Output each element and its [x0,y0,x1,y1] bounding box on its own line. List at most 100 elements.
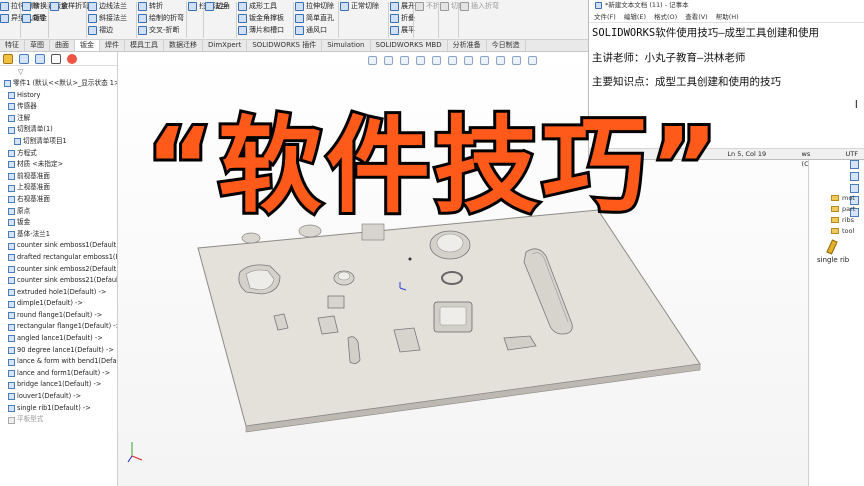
notepad-menu-item[interactable]: 查看(V) [685,11,708,22]
tree-item[interactable]: counter sink emboss2(Default) -> [0,264,117,276]
ribbon-separator [236,2,237,38]
feature-icon [8,207,15,215]
ribbon-button[interactable]: 斜接法兰 [88,12,127,24]
tree-item[interactable]: dimple1(Default) -> [0,298,117,310]
command-tab[interactable]: 特征 [0,40,25,51]
command-tab[interactable]: 模具工具 [125,40,164,51]
command-tab[interactable]: 草图 [25,40,50,51]
single-rib-label[interactable]: single rib [817,256,849,264]
ribbon-button[interactable]: 插入折弯 [460,0,499,12]
folder-icon [831,195,839,201]
feature-manager-toolbar [0,52,117,66]
ribbon-button[interactable]: 简单直孔 [295,12,334,24]
part-icon [4,80,11,88]
feature-icon [8,231,15,239]
notepad-menu-item[interactable]: 帮助(H) [716,11,739,22]
ribbon-button[interactable]: 绘制的折弯 [138,12,184,24]
display-manager-icon[interactable] [67,54,77,64]
tree-item[interactable]: History [0,90,117,102]
notepad-text-area[interactable]: SOLIDWORKS软件使用技巧—成型工具创建和使用 主讲老师：小丸子教育—洪林老… [589,23,864,100]
tool-icon [22,1,31,11]
tree-item-label: angled lance1(Default) -> [17,334,103,343]
tree-item[interactable]: 90 degree lance1(Default) -> [0,345,117,357]
tree-item[interactable]: extruded hole1(Default) -> [0,287,117,299]
ribbon-button[interactable]: 折叠 [390,12,415,24]
tree-item[interactable]: 基体-法兰1 [0,229,117,241]
command-tab[interactable]: 分析准备 [448,40,487,51]
tree-item-label: lance and form1(Default) -> [17,368,111,377]
ribbon-button[interactable]: 正常切除 [340,0,379,12]
command-tab[interactable]: Simulation [322,40,371,51]
tree-filter[interactable]: ▽ [0,66,117,78]
ribbon-button[interactable]: 展平 [390,24,415,36]
tool-icon [460,1,469,11]
command-tab[interactable]: 数据迁移 [164,40,203,51]
command-ribbon: 拉伸切除异型孔向导转换到钣金钣金放样折弯边线法兰斜接法兰褶边转折绘制的折弯交叉-… [0,0,588,40]
ribbon-button[interactable]: 边线法兰 [88,0,127,12]
library-folder-4[interactable]: tool [831,227,854,235]
notepad-menu-item[interactable]: 文件(F) [594,11,616,22]
tree-item[interactable]: lance and form1(Default) -> [0,368,117,380]
ribbon-button[interactable]: 转折 [138,0,184,12]
tree-item[interactable]: counter sink emboss21(Default) -> [0,275,117,287]
ribbon-button[interactable]: 钣金角撑板 [238,12,284,24]
notepad-title: *新建文本文档 (11) - 记事本 [605,1,689,9]
ribbon-separator [20,2,21,38]
file-explorer-tab-icon[interactable] [850,184,859,193]
tree-item[interactable]: drafted rectangular emboss1(Default) -> [0,252,117,264]
command-tab[interactable]: SOLIDWORKS 插件 [247,40,323,51]
library-folder-3[interactable]: ribs [831,216,854,224]
tree-item[interactable]: bridge lance1(Default) -> [0,379,117,391]
feature-icon [8,312,15,320]
feature-icon [8,219,15,227]
single-rib-tool-icon[interactable] [826,239,838,255]
command-manager-tabs: 特征 草图 曲面 钣金 焊件 模具工具 数据迁移 DimXpert SOLIDWORKS 插件 S… [0,40,588,52]
library-folder-1[interactable]: mot [831,194,855,202]
tree-item[interactable]: 平板型式 [0,414,117,426]
command-tab[interactable]: SOLIDWORKS MBD [371,40,448,51]
notepad-icon [595,2,602,9]
tree-item-label: 传感器 [17,102,37,111]
tree-item-label: 右视基准面 [17,194,50,203]
notepad-menu-item[interactable]: 格式(O) [654,11,677,22]
ribbon-group-9: 正常切除 [340,0,379,39]
ribbon-button[interactable]: 展开 [390,0,415,12]
command-tab[interactable]: 曲面 [50,40,75,51]
feature-icon [8,196,15,204]
tree-item[interactable]: angled lance1(Default) -> [0,333,117,345]
command-tab[interactable]: 今日制造 [487,40,526,51]
feature-icon [8,126,15,134]
configuration-manager-icon[interactable] [35,54,45,64]
tree-item-label: single rib1(Default) -> [17,403,91,412]
command-tab[interactable]: 焊件 [100,40,125,51]
tree-item[interactable]: rectangular flange1(Default) -> [0,321,117,333]
command-tab[interactable]: DimXpert [203,40,248,51]
notepad-menu-item[interactable]: 编辑(E) [624,11,646,22]
tree-item[interactable]: counter sink emboss1(Default) -> [0,240,117,252]
dimxpert-icon[interactable] [51,54,61,64]
tree-root-part[interactable]: 零件1 (默认<<默认>_显示状态 1>) [0,78,117,90]
ribbon-button[interactable]: 边角 [205,0,230,12]
design-library-tab-icon[interactable] [850,172,859,181]
ribbon-button[interactable]: 交叉-折断 [138,24,184,36]
round-flange-feature [327,295,345,309]
ribbon-button[interactable]: 成形工具 [238,0,284,12]
tree-item[interactable]: round flange1(Default) -> [0,310,117,322]
home-tab-icon[interactable] [850,160,859,169]
ribbon-group-2: 放样折弯 [50,0,89,39]
property-manager-icon[interactable] [19,54,29,64]
ribbon-button[interactable]: 拉伸切除 [295,0,334,12]
command-tab[interactable]: 钣金 [75,40,100,51]
tree-item[interactable]: single rib1(Default) -> [0,403,117,415]
ribbon-button[interactable]: 通风口 [295,24,334,36]
feature-icon [8,370,15,378]
tree-item-label: extruded hole1(Default) -> [17,287,107,296]
tree-item[interactable]: louver1(Default) -> [0,391,117,403]
ribbon-button[interactable]: 褶边 [88,24,127,36]
ribbon-button[interactable]: 薄片和槽口 [238,24,284,36]
tree-item[interactable]: lance & form with bend1(Default) -> [0,356,117,368]
library-folder-2[interactable]: part [831,205,855,213]
feature-tree-icon[interactable] [3,54,13,64]
ribbon-button[interactable]: 放样折弯 [50,0,89,12]
tool-icon [440,1,449,11]
